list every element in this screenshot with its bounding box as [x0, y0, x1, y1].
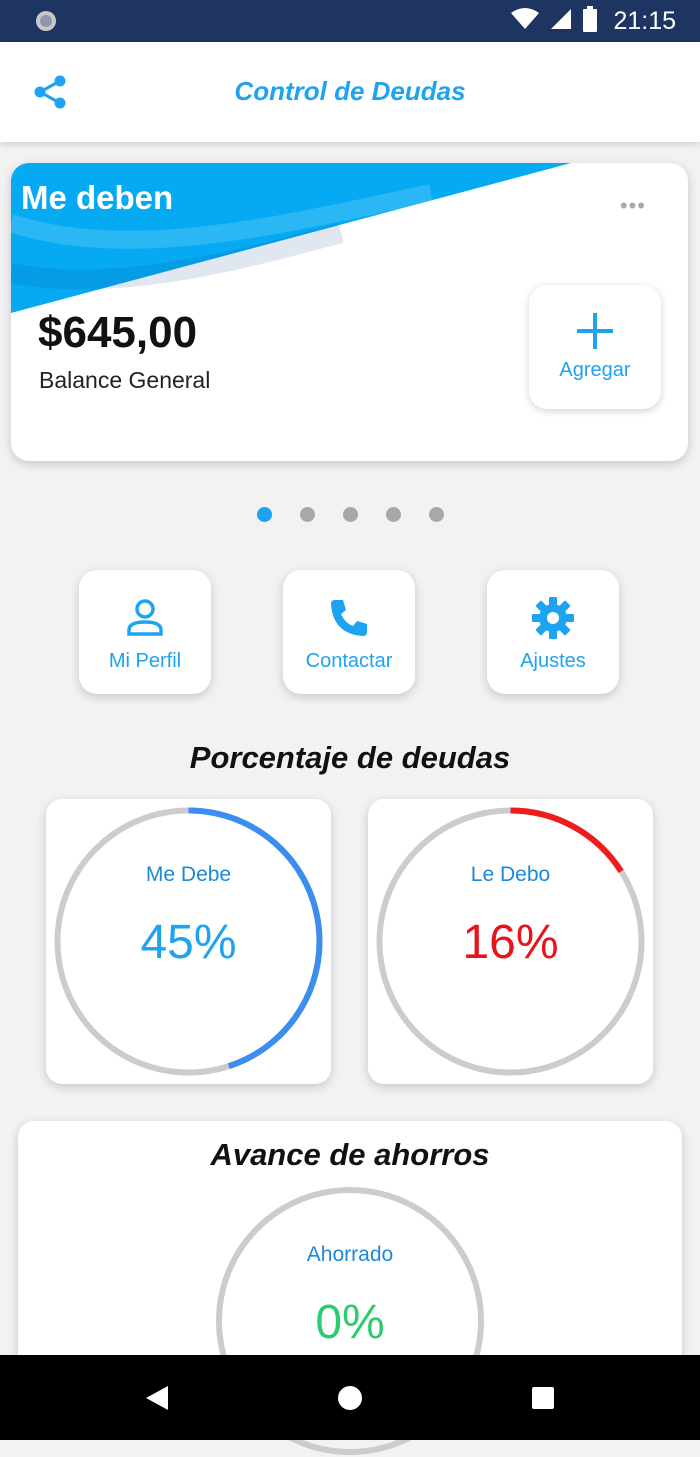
home-icon[interactable]	[335, 1383, 365, 1413]
person-icon	[127, 599, 163, 636]
back-icon[interactable]	[142, 1383, 172, 1413]
balance-amount: $645,00	[38, 308, 198, 357]
system-nav-bar	[0, 1355, 700, 1440]
profile-label: Mi Perfil	[108, 650, 182, 672]
recents-icon[interactable]	[528, 1383, 558, 1413]
gauge-value: 16%	[462, 916, 559, 969]
carousel-pager	[0, 507, 700, 525]
pager-dot[interactable]	[300, 507, 315, 522]
signal-icon	[549, 7, 573, 36]
more-options-icon[interactable]: •••	[620, 193, 646, 219]
card-heading: Me deben	[21, 179, 174, 216]
clock: 21:15	[613, 6, 676, 35]
notification-icon	[34, 9, 58, 33]
pager-dot[interactable]	[386, 507, 401, 522]
add-button[interactable]: Agregar	[529, 285, 661, 409]
balance-label: Balance General	[39, 367, 211, 393]
page-title: Control de Deudas	[234, 76, 466, 106]
owed-to-me-gauge: Me Debe 45%	[46, 799, 331, 1084]
app-bar: Control de Deudas	[0, 42, 700, 142]
contact-label: Contactar	[305, 650, 393, 672]
plus-icon	[577, 313, 613, 349]
settings-label: Ajustes	[520, 650, 586, 672]
phone-icon	[331, 600, 367, 636]
savings-title: Avance de ahorros	[210, 1137, 490, 1172]
add-button-label: Agregar	[559, 359, 631, 381]
balance-card: Me deben ••• $645,00 Balance General Agr…	[11, 163, 688, 461]
pager-dot[interactable]	[343, 507, 358, 522]
wifi-icon	[511, 7, 540, 36]
pager-dot[interactable]	[257, 507, 272, 522]
savings-value: 0%	[315, 1296, 385, 1349]
gear-icon	[532, 597, 574, 639]
i-owe-gauge: Le Debo 16%	[368, 799, 653, 1084]
gauge-label: Le Debo	[470, 863, 551, 886]
gauge-label: Me Debe	[145, 863, 232, 886]
gauge-value: 45%	[140, 916, 237, 969]
status-bar: 21:15	[0, 0, 700, 42]
profile-button[interactable]: Mi Perfil	[79, 570, 211, 694]
debts-section-title: Porcentaje de deudas	[189, 740, 511, 775]
pager-dot[interactable]	[429, 507, 444, 522]
settings-button[interactable]: Ajustes	[487, 570, 619, 694]
contact-button[interactable]: Contactar	[283, 570, 415, 694]
savings-label: Ahorrado	[306, 1243, 394, 1266]
battery-icon	[583, 5, 598, 37]
